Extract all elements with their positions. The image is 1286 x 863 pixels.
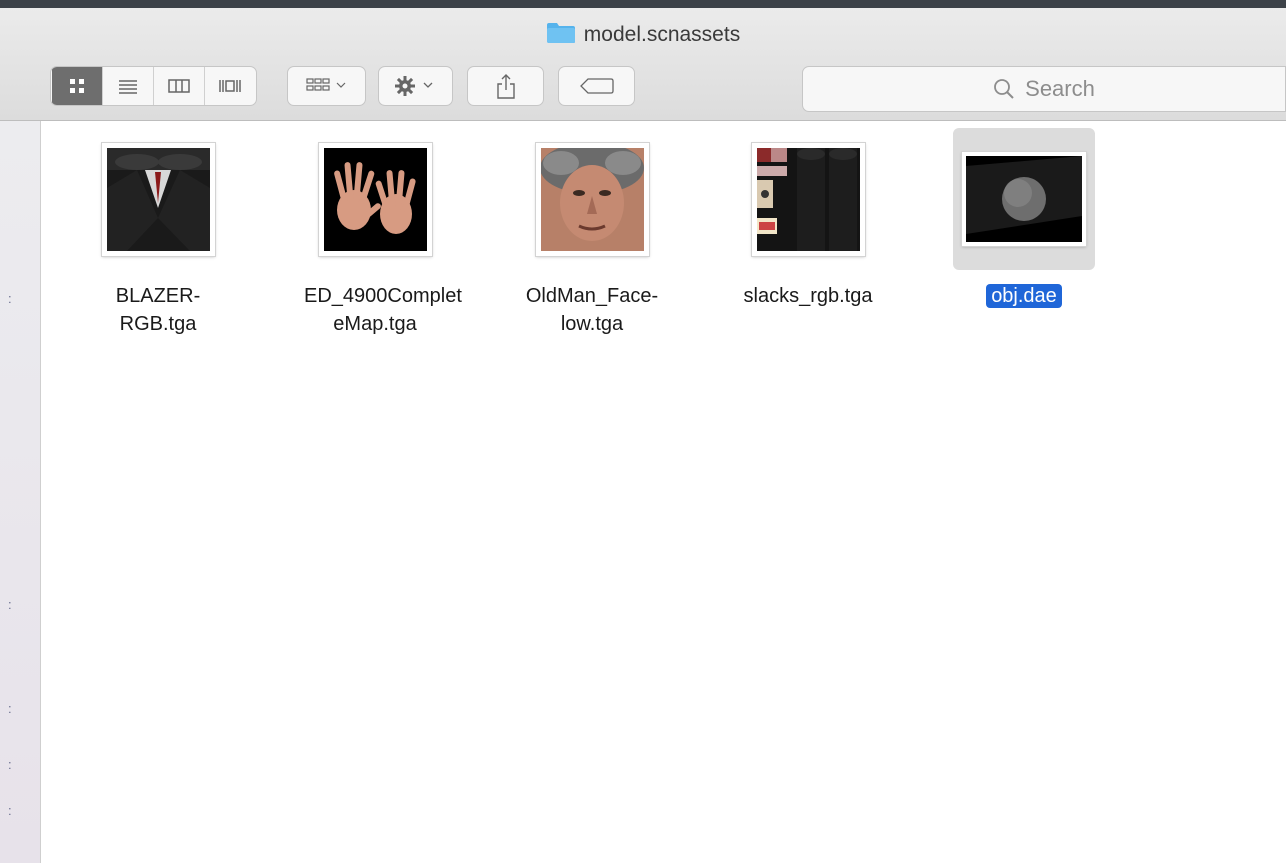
window-title-text: model.scnassets xyxy=(583,23,741,46)
face-texture-image xyxy=(540,147,644,251)
file-name-selected: obj.dae xyxy=(953,282,1095,310)
file-thumbnail xyxy=(962,152,1086,246)
file-thumbnail xyxy=(535,142,649,256)
edit-tags-button[interactable] xyxy=(558,66,635,106)
file-thumbnail-area xyxy=(737,128,879,270)
tag-icon xyxy=(579,78,614,94)
arrange-button[interactable] xyxy=(287,66,366,106)
search-field[interactable]: Search xyxy=(802,66,1286,112)
columns-icon xyxy=(167,79,190,93)
file-name: OldMan_Face- low.tga xyxy=(525,285,659,335)
share-button[interactable] xyxy=(467,66,544,106)
sidebar-clipped-mark: : xyxy=(8,803,12,818)
sidebar-clipped-mark: : xyxy=(8,701,12,716)
toolbar: model.scnassets Search xyxy=(0,8,1286,121)
file-item[interactable]: ED_4900Complet eMap.tga xyxy=(304,128,462,338)
file-item-selected[interactable]: obj.dae xyxy=(953,128,1095,310)
cover-flow-view-button[interactable] xyxy=(205,67,256,105)
sidebar-clipped-mark: : xyxy=(8,291,12,306)
file-thumbnail-area xyxy=(87,128,229,270)
cover-flow-icon xyxy=(219,80,241,92)
file-item[interactable]: BLAZER-RGB.tga xyxy=(87,128,229,338)
file-thumbnail-area xyxy=(521,128,663,270)
file-item[interactable]: OldMan_Face- low.tga xyxy=(521,128,663,338)
file-name: slacks_rgb.tga xyxy=(743,285,873,307)
list-icon xyxy=(118,80,137,94)
blazer-texture-image xyxy=(106,147,210,251)
hands-texture-image xyxy=(323,147,427,251)
search-icon xyxy=(994,79,1014,99)
file-item[interactable]: slacks_rgb.tga xyxy=(737,128,879,310)
file-name-text: obj.dae xyxy=(986,284,1062,308)
sidebar-clipped-mark: : xyxy=(8,757,12,772)
window-top-border xyxy=(0,0,1286,8)
file-thumbnail-area xyxy=(304,128,446,270)
icon-view-button[interactable] xyxy=(51,67,103,105)
folder-icon xyxy=(546,23,575,43)
gear-icon xyxy=(394,76,432,96)
arrange-icon xyxy=(305,78,345,91)
action-button[interactable] xyxy=(378,66,453,106)
file-thumbnail-area xyxy=(953,128,1095,270)
file-thumbnail xyxy=(318,142,432,256)
view-mode-segmented-control[interactable] xyxy=(50,66,257,106)
slacks-texture-image xyxy=(756,147,860,251)
file-name: ED_4900Complet eMap.tga xyxy=(304,285,462,335)
column-view-button[interactable] xyxy=(154,67,205,105)
file-name: BLAZER-RGB.tga xyxy=(115,285,201,335)
sidebar[interactable]: : : : : : xyxy=(0,121,41,863)
list-view-button[interactable] xyxy=(103,67,154,105)
sidebar-clipped-mark: : xyxy=(8,597,12,612)
share-icon xyxy=(496,74,515,99)
dae-preview-image xyxy=(966,156,1082,242)
file-thumbnail xyxy=(751,142,865,256)
window-title: model.scnassets xyxy=(0,22,1286,47)
file-thumbnail xyxy=(101,142,215,256)
search-placeholder: Search xyxy=(1025,76,1095,101)
grid-icon xyxy=(69,79,84,93)
